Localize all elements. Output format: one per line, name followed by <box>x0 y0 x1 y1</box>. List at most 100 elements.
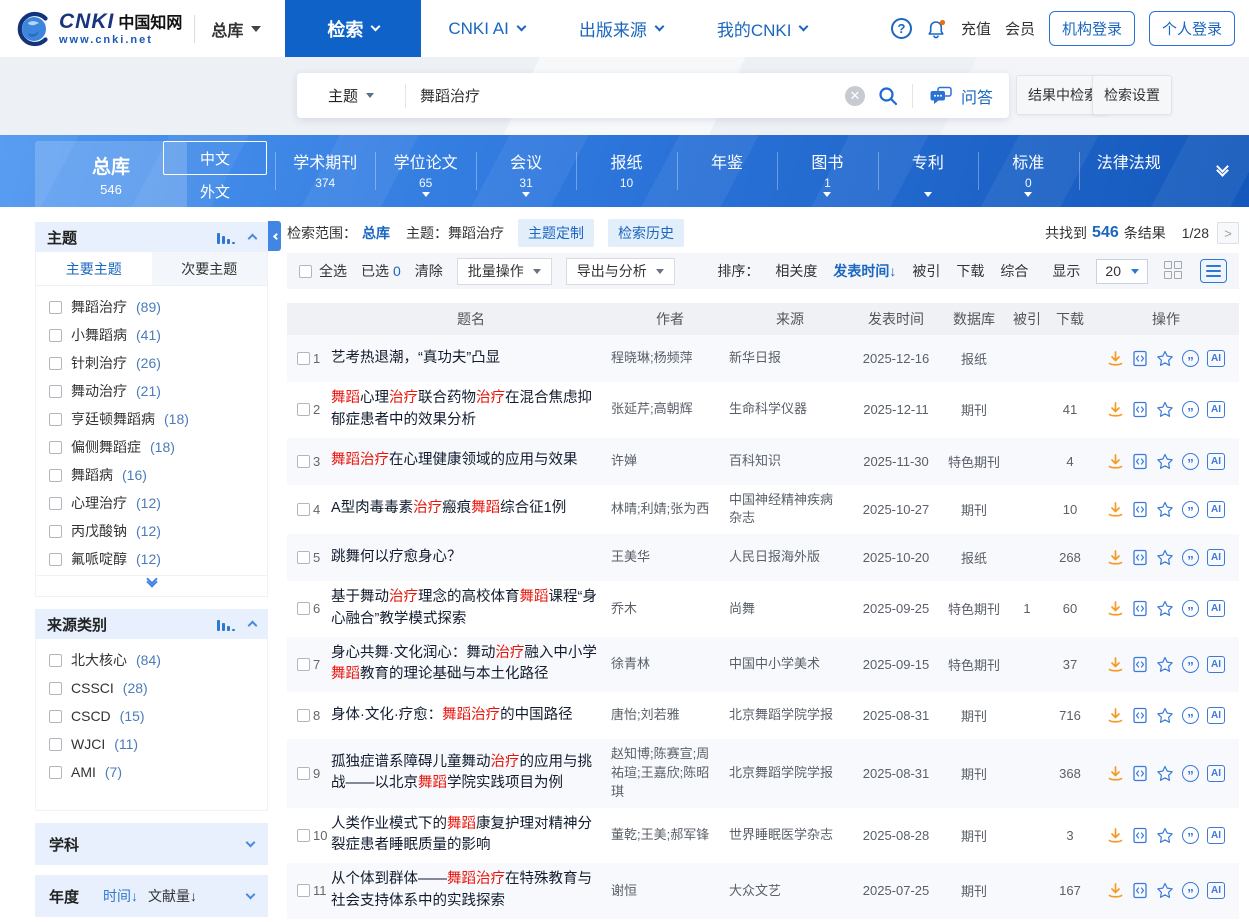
tab-secondary-topic[interactable]: 次要主题 <box>152 252 268 285</box>
db-tab[interactable]: 年鉴 <box>677 135 777 207</box>
filter-item[interactable]: 舞蹈病(16) <box>36 461 267 489</box>
batch-actions-button[interactable]: 批量操作 <box>457 258 552 285</box>
checkbox[interactable] <box>49 682 62 695</box>
result-source[interactable]: 中国神经精神疾病杂志 <box>729 491 851 529</box>
filter-item[interactable]: 舞蹈治疗(89) <box>36 293 267 321</box>
personal-login-button[interactable]: 个人登录 <box>1149 11 1235 46</box>
filter-item[interactable]: 偏侧舞蹈症(18) <box>36 433 267 461</box>
checkbox[interactable] <box>297 767 310 780</box>
html-read-icon[interactable] <box>1132 765 1148 782</box>
clear-search-icon[interactable]: ✕ <box>845 86 865 106</box>
ai-assistant-icon[interactable]: AI <box>1207 600 1225 617</box>
db-tab[interactable]: 法律法规 <box>1079 135 1179 207</box>
result-title-link[interactable]: 舞蹈治疗在心理健康领域的应用与效果 <box>331 450 611 472</box>
download-icon[interactable] <box>1107 549 1124 566</box>
download-icon[interactable] <box>1107 600 1124 617</box>
db-tab[interactable]: 学术期刊374 <box>275 135 375 207</box>
result-authors[interactable]: 赵知博;陈赛宣;周祐瑄;王嘉欣;陈昭琪 <box>611 745 729 802</box>
sort-option[interactable]: 下载 <box>956 261 984 281</box>
tab-main-topic[interactable]: 主要主题 <box>36 252 152 285</box>
ai-assistant-icon[interactable]: AI <box>1207 453 1225 470</box>
checkbox[interactable] <box>49 441 62 454</box>
result-authors[interactable]: 谢恒 <box>611 882 729 901</box>
checkbox[interactable] <box>49 710 62 723</box>
checkbox[interactable] <box>297 829 310 842</box>
cite-icon[interactable]: ” <box>1182 453 1199 470</box>
download-icon[interactable] <box>1107 882 1124 899</box>
ai-assistant-icon[interactable]: AI <box>1207 765 1225 782</box>
html-read-icon[interactable] <box>1132 453 1148 470</box>
checkbox[interactable] <box>49 469 62 482</box>
result-source[interactable]: 尚舞 <box>729 600 851 619</box>
result-title-link[interactable]: 基于舞动治疗理念的高校体育舞蹈课程“身心融合”教学模式探索 <box>331 587 611 631</box>
year-sort-time[interactable]: 时间↓ <box>103 886 138 906</box>
favorite-star-icon[interactable] <box>1156 401 1174 418</box>
page-size-select[interactable]: 20 <box>1096 259 1148 284</box>
sort-option[interactable]: 发表时间↓ <box>833 261 896 281</box>
ai-assistant-icon[interactable]: AI <box>1207 501 1225 518</box>
filter-item[interactable]: 舞动治疗(21) <box>36 377 267 405</box>
filter-item[interactable]: 丙戊酸钠(12) <box>36 517 267 545</box>
member-link[interactable]: 会员 <box>1005 18 1035 39</box>
notification-bell-icon[interactable] <box>926 18 947 40</box>
result-source[interactable]: 大众文艺 <box>729 882 851 901</box>
sort-option[interactable]: 被引 <box>912 261 940 281</box>
result-authors[interactable]: 唐怡;刘若雅 <box>611 706 729 725</box>
checkbox[interactable] <box>49 413 62 426</box>
result-authors[interactable]: 程晓琳;杨频萍 <box>611 349 729 368</box>
scope-value[interactable]: 总库 <box>362 223 390 243</box>
result-source[interactable]: 世界睡眠医学杂志 <box>729 826 851 845</box>
list-view-icon[interactable] <box>1200 259 1227 283</box>
checkbox[interactable] <box>297 455 310 468</box>
result-title-link[interactable]: 身心共舞·文化润心：舞动治疗融入中小学舞蹈教育的理论基础与本土化路径 <box>331 643 611 687</box>
html-read-icon[interactable] <box>1132 656 1148 673</box>
checkbox[interactable] <box>297 884 310 897</box>
result-title-link[interactable]: 舞蹈心理治疗联合药物治疗在混合焦虑抑郁症患者中的效果分析 <box>331 388 611 432</box>
cite-icon[interactable]: ” <box>1182 501 1199 518</box>
year-section-header[interactable]: 年度 时间↓ 文献量↓ <box>35 875 268 917</box>
result-title-link[interactable]: 跳舞何以疗愈身心？ <box>331 547 611 569</box>
ai-assistant-icon[interactable]: AI <box>1207 549 1225 566</box>
db-tab[interactable]: 图书1 <box>777 135 877 207</box>
select-all-label[interactable]: 全选 <box>319 261 347 281</box>
favorite-star-icon[interactable] <box>1156 600 1174 617</box>
favorite-star-icon[interactable] <box>1156 453 1174 470</box>
filter-item[interactable]: CSCD(15) <box>36 702 267 730</box>
org-login-button[interactable]: 机构登录 <box>1049 11 1135 46</box>
clear-selection-button[interactable]: 清除 <box>415 261 443 281</box>
cite-icon[interactable]: ” <box>1182 882 1199 899</box>
checkbox[interactable] <box>49 329 62 342</box>
search-settings-button[interactable]: 检索设置 <box>1092 75 1172 115</box>
sort-option[interactable]: 相关度 <box>775 261 817 281</box>
favorite-star-icon[interactable] <box>1156 765 1174 782</box>
favorite-star-icon[interactable] <box>1156 350 1174 367</box>
checkbox[interactable] <box>49 357 62 370</box>
lang-foreign-tab[interactable]: 外文 <box>163 175 267 207</box>
html-read-icon[interactable] <box>1132 549 1148 566</box>
select-all-checkbox[interactable] <box>299 265 312 278</box>
result-authors[interactable]: 王美华 <box>611 548 729 567</box>
favorite-star-icon[interactable] <box>1156 707 1174 724</box>
result-title-link[interactable]: 身体·文化·疗愈：舞蹈治疗的中国路径 <box>331 705 611 727</box>
cite-icon[interactable]: ” <box>1182 401 1199 418</box>
sidebar-collapse-handle[interactable] <box>268 221 281 251</box>
html-read-icon[interactable] <box>1132 600 1148 617</box>
bar-chart-icon[interactable] <box>217 233 235 244</box>
more-databases-icon[interactable] <box>1218 167 1227 175</box>
db-tab[interactable]: 专利 <box>878 135 978 207</box>
filter-item[interactable]: 亨廷顿舞蹈病(18) <box>36 405 267 433</box>
html-read-icon[interactable] <box>1132 501 1148 518</box>
nav-item-search[interactable]: 检索 <box>285 0 421 57</box>
ai-assistant-icon[interactable]: AI <box>1207 882 1225 899</box>
checkbox[interactable] <box>49 654 62 667</box>
filter-item[interactable]: CSSCI(28) <box>36 674 267 702</box>
ai-assistant-icon[interactable]: AI <box>1207 401 1225 418</box>
next-page-button[interactable]: > <box>1217 222 1239 244</box>
result-authors[interactable]: 乔木 <box>611 600 729 619</box>
result-authors[interactable]: 张延芹;高朝辉 <box>611 400 729 419</box>
filter-item[interactable]: 氟哌啶醇(12) <box>36 545 267 573</box>
filter-item[interactable]: 小舞蹈病(41) <box>36 321 267 349</box>
filter-item[interactable]: 针刺治疗(26) <box>36 349 267 377</box>
cite-icon[interactable]: ” <box>1182 707 1199 724</box>
expand-more-icon[interactable] <box>36 576 267 596</box>
